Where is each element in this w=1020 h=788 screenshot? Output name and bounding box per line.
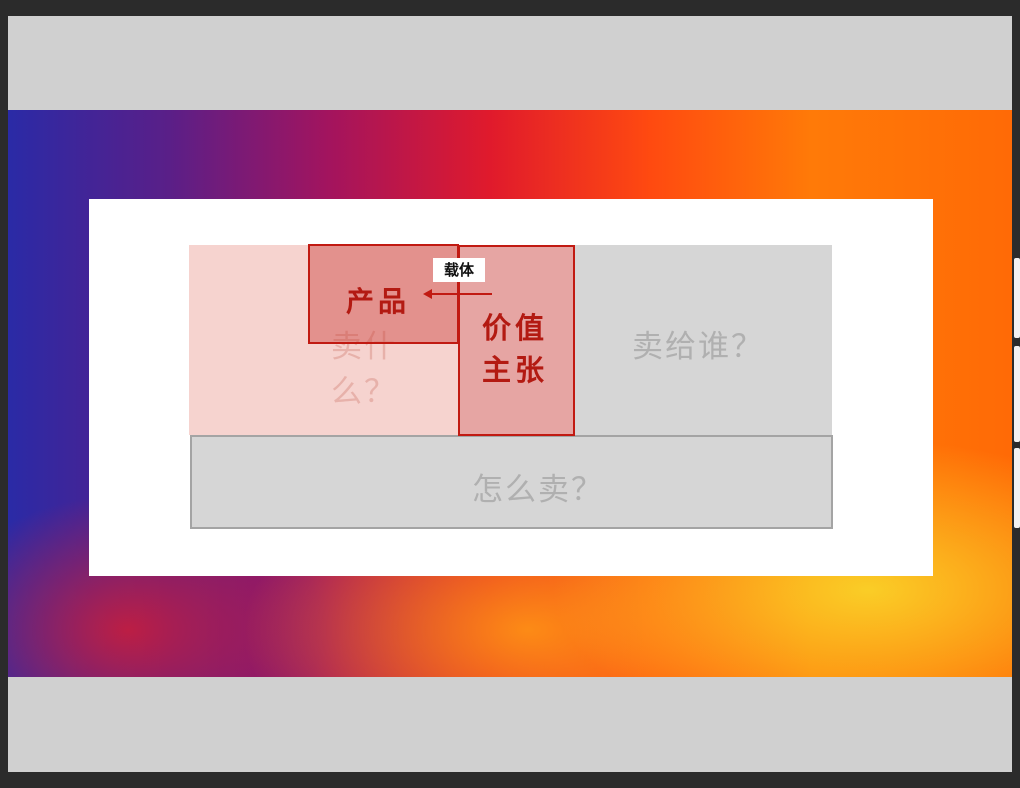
value-proposition-label: 价值 主张 bbox=[482, 307, 548, 391]
right-edge-handle-middle[interactable] bbox=[1014, 346, 1020, 442]
carrier-label: 载体 bbox=[433, 258, 485, 282]
carrier-arrow-line bbox=[430, 293, 492, 295]
arrow-left-icon bbox=[423, 289, 432, 299]
slide-viewer: 卖什么？ 卖给谁？ 怎么卖？ 产品 价值 主张 载体 bbox=[8, 16, 1012, 772]
product-label: 产品 bbox=[346, 285, 411, 318]
slide-canvas: 卖什么？ 卖给谁？ 怎么卖？ 产品 价值 主张 载体 bbox=[89, 199, 933, 576]
how-to-sell-label: 怎么卖？ bbox=[472, 472, 604, 508]
to-whom-label: 卖给谁？ bbox=[632, 329, 764, 365]
value-proposition-line2: 主张 bbox=[482, 353, 549, 387]
how-to-sell-panel: 怎么卖？ bbox=[190, 435, 833, 529]
value-proposition-line1: 价值 bbox=[482, 311, 549, 345]
right-edge-handle-top[interactable] bbox=[1014, 258, 1020, 338]
to-whom-panel: 卖给谁？ bbox=[574, 245, 832, 435]
right-edge-handle-bottom[interactable] bbox=[1014, 448, 1020, 528]
